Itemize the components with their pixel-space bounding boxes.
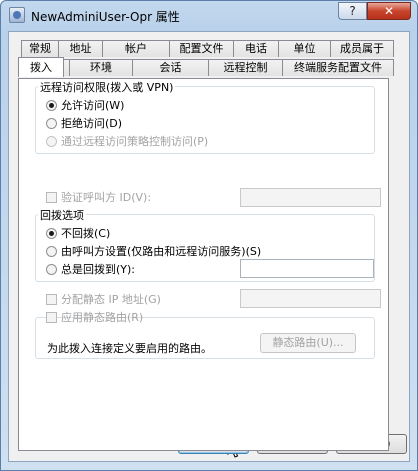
checkbox-indicator [46, 294, 57, 305]
help-button[interactable]: ? [338, 2, 367, 20]
static-routes-description: 为此拨入连接定义要启用的路由。 [47, 342, 212, 355]
tab-sessions[interactable]: 会话 [132, 59, 209, 76]
tab-organization[interactable]: 单位 [278, 40, 331, 57]
callback-group-label: 回拨选项 [38, 207, 86, 223]
static-routes-checkbox: 应用静态路由(R) [46, 310, 143, 326]
tab-telephones[interactable]: 电话 [233, 40, 279, 57]
tab-member-of[interactable]: 成员属于 [330, 40, 394, 57]
tab-dial-in[interactable]: 拨入 [18, 57, 64, 77]
radio-indicator [46, 246, 57, 257]
radio-label: 通过远程访问策略控制访问(P) [61, 135, 209, 148]
radio-indicator [46, 228, 57, 239]
radio-label: 拒绝访问(D) [61, 117, 123, 130]
static-ip-input [240, 289, 381, 308]
tab-environment[interactable]: 环境 [69, 59, 133, 76]
radio-indicator [46, 100, 57, 111]
tab-address[interactable]: 地址 [58, 40, 103, 57]
radio-indicator [46, 118, 57, 129]
dialog-body: 常规 地址 帐户 配置文件 电话 单位 成员属于 拨入 环境 会话 远程控制 终… [8, 31, 410, 462]
static-routes-button: 静态路由(U)... [260, 333, 356, 353]
properties-dialog: NewAdminiUser-Opr 属性 ? ✕ 常规 地址 帐户 配置文件 电… [0, 0, 418, 471]
dial-in-panel: 远程访问权限(拨入或 VPN) 允许访问(W) 拒绝访问(D) 通过远程访问策略… [18, 78, 389, 451]
title-bar[interactable]: NewAdminiUser-Opr 属性 ? ✕ [1, 1, 417, 31]
tab-profile[interactable]: 配置文件 [169, 40, 234, 57]
radio-label: 由呼叫方设置(仅路由和远程访问服务)(S) [61, 245, 262, 258]
tab-account[interactable]: 帐户 [102, 40, 170, 57]
always-callback-input[interactable] [240, 259, 374, 278]
window-title: NewAdminiUser-Opr 属性 [31, 10, 180, 24]
checkbox-label: 验证呼叫方 ID(V): [61, 191, 152, 204]
checkbox-label: 分配静态 IP 地址(G) [61, 293, 161, 306]
verify-caller-id-input [240, 188, 381, 207]
radio-label: 允许访问(W) [61, 99, 125, 112]
user-icon [9, 7, 25, 23]
checkbox-indicator [46, 192, 57, 203]
checkbox-indicator [46, 312, 57, 323]
tab-terminal-services-profile[interactable]: 终端服务配置文件 [282, 59, 394, 76]
close-button[interactable]: ✕ [367, 2, 411, 20]
radio-indicator [46, 136, 57, 147]
tab-general[interactable]: 常规 [21, 40, 59, 57]
tab-remote-control[interactable]: 远程控制 [208, 59, 283, 76]
radio-label: 不回拨(C) [61, 227, 111, 240]
checkbox-label: 应用静态路由(R) [61, 311, 144, 324]
remote-access-group-label: 远程访问权限(拨入或 VPN) [38, 79, 176, 95]
radio-label: 总是回拨到(Y): [61, 263, 136, 276]
radio-indicator [46, 264, 57, 275]
